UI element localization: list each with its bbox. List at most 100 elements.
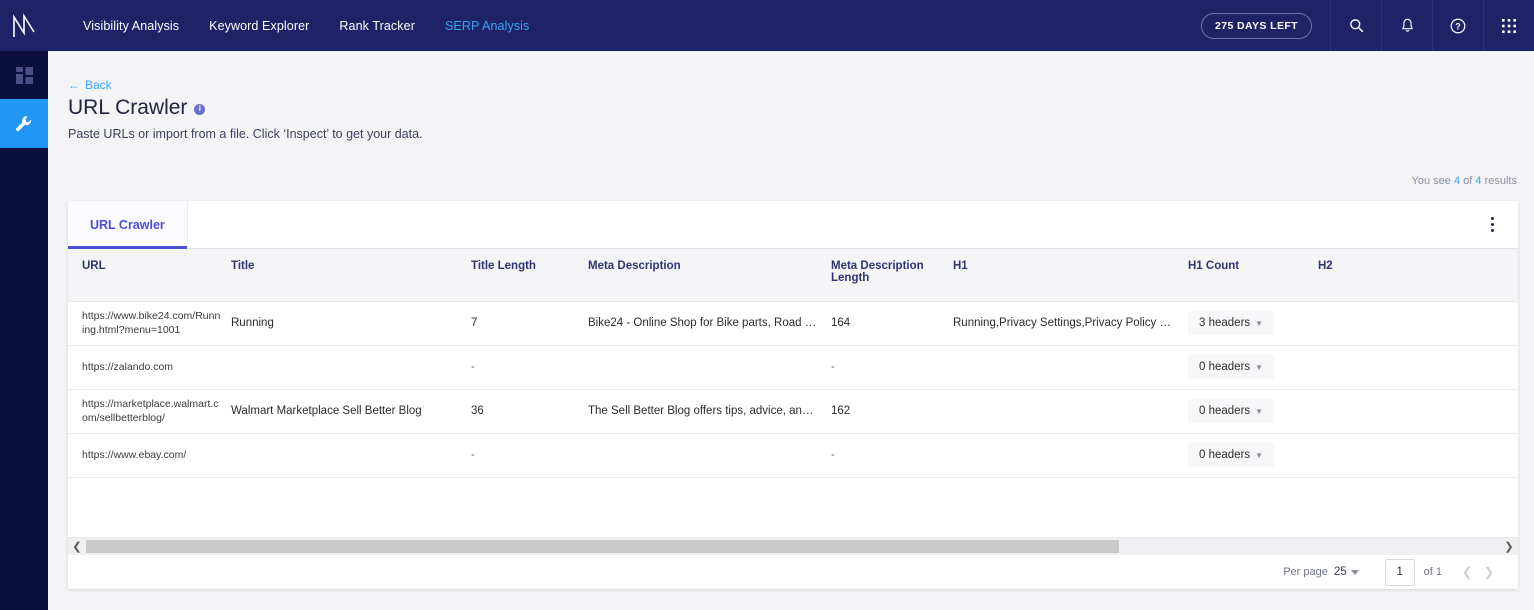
cell-url: https://www.ebay.com/ <box>82 448 187 461</box>
column-header-meta-description[interactable]: Meta Description <box>588 249 831 302</box>
h1-count-label: 0 headers <box>1199 405 1251 417</box>
brand-logo-icon <box>13 12 35 37</box>
chevron-down-icon: ▼ <box>1255 318 1264 328</box>
results-shown: 4 <box>1453 175 1461 187</box>
cell-meta-description-length: - <box>831 449 835 461</box>
scrollbar-track[interactable] <box>86 540 1500 553</box>
column-header-h2[interactable]: H2 <box>1318 249 1518 302</box>
h1-count-label: 3 headers <box>1199 317 1251 329</box>
page-title: URL Crawler <box>68 96 188 119</box>
horizontal-scrollbar[interactable]: ❮ ❯ <box>68 537 1518 555</box>
sidebar-item-tools[interactable] <box>0 99 48 148</box>
nav-link-visibility-analysis[interactable]: Visibility Analysis <box>68 19 194 33</box>
search-icon <box>1349 19 1363 33</box>
chevron-down-icon: ▼ <box>1255 406 1264 416</box>
chevron-down-icon: ▼ <box>1255 362 1264 372</box>
cell-meta-description-length: 164 <box>831 317 851 329</box>
cell-title-length: 7 <box>471 317 478 329</box>
scroll-left-button[interactable]: ❮ <box>68 538 86 556</box>
url-crawler-card: URL Crawler URL Title Title Length Meta … <box>68 201 1518 589</box>
back-link-label: Back <box>85 78 112 92</box>
trial-days-badge[interactable]: 275 DAYS LEFT <box>1200 12 1312 39</box>
chevron-down-icon: ▼ <box>1255 450 1264 460</box>
cell-title-length: 36 <box>471 405 484 417</box>
tab-url-crawler[interactable]: URL Crawler <box>68 201 188 249</box>
card-tab-bar: URL Crawler <box>68 201 1518 249</box>
results-table-wrapper: URL Title Title Length Meta Description … <box>68 249 1518 478</box>
sidebar-item-dashboard[interactable] <box>0 51 48 99</box>
h1-count-chip[interactable]: 3 headers ▼ <box>1188 311 1275 335</box>
cell-h1: Running,Privacy Settings,Privacy Policy … <box>953 317 1176 329</box>
cell-meta-description: The Sell Better Blog offers tips, advice… <box>588 405 819 417</box>
table-row[interactable]: https://www.ebay.com/ - - 0 headers ▼ <box>68 433 1518 478</box>
results-table: URL Title Title Length Meta Description … <box>68 249 1518 478</box>
results-total: 4 <box>1475 175 1482 187</box>
per-page-label: Per page <box>1283 566 1328 578</box>
notifications-bell-icon <box>1401 18 1413 32</box>
info-icon[interactable]: i <box>194 103 206 115</box>
page-subtitle: Paste URLs or import from a file. Click … <box>68 127 423 141</box>
page-number-input[interactable] <box>1384 558 1415 586</box>
left-sidebar <box>0 51 48 610</box>
back-link[interactable]: ← Back <box>68 78 112 92</box>
cell-url: https://marketplace.walmart.com/sellbett… <box>82 397 219 424</box>
next-page-button[interactable]: ❯ <box>1478 565 1500 579</box>
results-count: You see 4 of 4 results <box>1412 175 1517 187</box>
cell-url: https://zalando.com <box>82 360 174 373</box>
results-suffix: results <box>1484 175 1517 187</box>
prev-page-button[interactable]: ❮ <box>1456 565 1478 579</box>
nav-link-serp-analysis[interactable]: SERP Analysis <box>430 19 544 33</box>
cell-title-length: - <box>471 361 475 373</box>
results-prefix: You see <box>1411 175 1451 187</box>
h1-count-label: 0 headers <box>1199 449 1251 461</box>
scroll-right-button[interactable]: ❯ <box>1500 538 1518 556</box>
kebab-dot <box>1490 217 1494 220</box>
column-header-h1-count[interactable]: H1 Count <box>1188 249 1318 302</box>
search-button[interactable] <box>1330 0 1381 51</box>
table-body: https://www.bike24.com/Running.html?menu… <box>68 301 1518 478</box>
wrench-tools-icon <box>16 115 32 131</box>
cell-url: https://www.bike24.com/Running.html?menu… <box>82 309 221 336</box>
primary-nav-links: Visibility Analysis Keyword Explorer Ran… <box>68 19 544 33</box>
apps-grid-icon <box>1502 18 1516 33</box>
h1-count-chip[interactable]: 0 headers ▼ <box>1188 399 1275 423</box>
column-header-title[interactable]: Title <box>231 249 471 302</box>
apps-grid-button[interactable] <box>1483 0 1534 51</box>
dashboard-grid-icon <box>15 66 33 84</box>
kebab-dot <box>1490 223 1494 226</box>
column-header-title-length[interactable]: Title Length <box>471 249 588 302</box>
nav-link-rank-tracker[interactable]: Rank Tracker <box>324 19 430 33</box>
brand-logo[interactable] <box>0 0 48 51</box>
arrow-left-icon: ← <box>68 78 80 92</box>
table-head: URL Title Title Length Meta Description … <box>68 249 1518 302</box>
cell-title-length: - <box>471 449 475 461</box>
h1-count-chip[interactable]: 0 headers ▼ <box>1188 355 1275 379</box>
per-page-value[interactable]: 25 <box>1334 566 1347 578</box>
top-navigation-actions: 275 DAYS LEFT ? <box>1200 0 1534 51</box>
cell-title: Walmart Marketplace Sell Better Blog <box>231 405 422 417</box>
h1-count-chip[interactable]: 0 headers ▼ <box>1188 443 1275 467</box>
cell-meta-description: Bike24 - Online Shop for Bike parts, Roa… <box>588 317 819 329</box>
column-header-url[interactable]: URL <box>68 249 231 302</box>
cell-title: Running <box>231 317 274 329</box>
table-row[interactable]: https://zalando.com - - 0 headers ▼ <box>68 345 1518 390</box>
top-navigation-bar: Visibility Analysis Keyword Explorer Ran… <box>0 0 1534 51</box>
help-icon: ? <box>1450 18 1466 33</box>
table-row[interactable]: https://www.bike24.com/Running.html?menu… <box>68 301 1518 346</box>
cell-meta-description-length: 162 <box>831 405 851 417</box>
pagination-bar: Per page 25 of 1 ❮ ❯ <box>68 555 1518 589</box>
table-row[interactable]: https://marketplace.walmart.com/sellbett… <box>68 389 1518 434</box>
column-header-h1[interactable]: H1 <box>953 249 1188 302</box>
kebab-menu-icon[interactable] <box>1466 201 1518 248</box>
notifications-button[interactable] <box>1381 0 1432 51</box>
kebab-dot <box>1490 229 1494 232</box>
help-button[interactable]: ? <box>1432 0 1483 51</box>
table-header-row: URL Title Title Length Meta Description … <box>68 249 1518 302</box>
scrollbar-thumb[interactable] <box>86 540 1119 553</box>
nav-link-keyword-explorer[interactable]: Keyword Explorer <box>194 19 324 33</box>
page-content: ← Back URL Crawler i Paste URLs or impor… <box>48 51 1534 610</box>
per-page-dropdown-icon[interactable] <box>1350 569 1359 575</box>
page-title-row: URL Crawler i <box>68 96 206 120</box>
column-header-meta-description-length[interactable]: Meta Description Length <box>831 249 953 302</box>
results-mid: of <box>1463 175 1473 187</box>
